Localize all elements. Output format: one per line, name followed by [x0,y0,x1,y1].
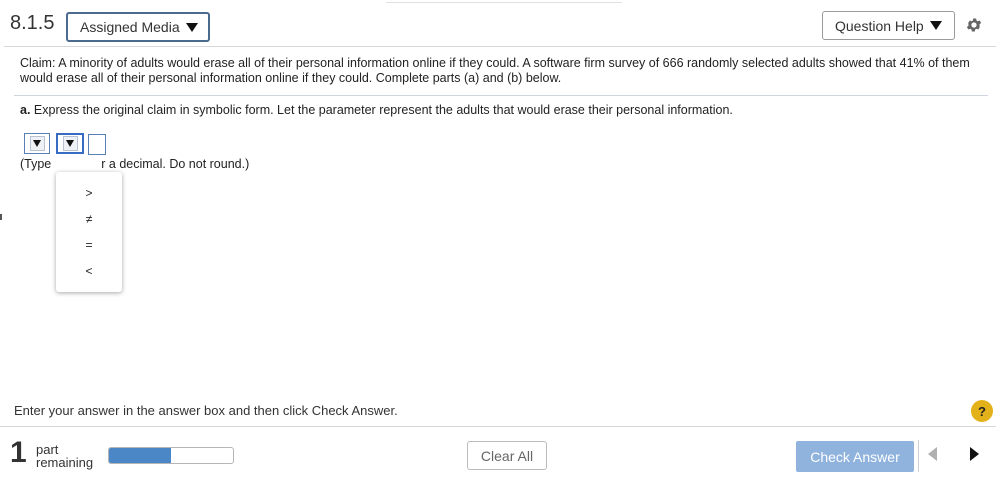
edge-marker [0,214,5,220]
part-a-text: Express the original claim in symbolic f… [33,103,733,117]
assigned-media-label: Assigned Media [80,19,180,35]
assigned-media-button[interactable]: Assigned Media [66,12,210,42]
hint-suffix: r a decimal. Do not round.) [101,157,250,171]
section-number: 8.1.5 [10,12,55,34]
parts-remaining-label: part remaining [36,443,93,469]
value-input[interactable] [88,134,106,155]
claim-divider [14,95,988,96]
check-answer-button[interactable]: Check Answer [796,441,914,472]
chevron-down-icon [33,140,41,147]
part-a-prompt: a. Express the original claim in symboli… [20,103,733,117]
claim-text: Claim: A minority of adults would erase … [20,56,970,85]
help-icon[interactable]: ? [971,400,993,422]
remaining-label: remaining [36,455,94,470]
relation-dropdown[interactable] [56,133,84,154]
previous-button[interactable] [922,441,952,470]
clear-all-button[interactable]: Clear All [467,441,547,470]
top-divider [386,0,622,3]
input-hint: (Type r a decimal. Do not round.) [20,157,249,171]
nav-divider [918,440,919,472]
parameter-dropdown[interactable] [24,133,50,154]
chevron-right-icon [970,447,979,461]
option-equal[interactable]: = [56,238,122,252]
chevron-down-icon [929,21,942,30]
footer-instruction: Enter your answer in the answer box and … [14,403,398,418]
relation-options-popup: > ≠ = < [56,172,122,292]
progress-bar [108,447,234,464]
chevron-down-icon [66,140,74,147]
question-help-label: Question Help [835,17,924,34]
dropdown-toggle [62,136,78,151]
gear-icon[interactable] [965,16,983,34]
hint-prefix: (Type [20,157,52,171]
option-greater-than[interactable]: > [56,186,122,200]
chevron-left-icon [928,447,937,461]
progress-fill [109,448,171,463]
footer-divider [0,426,996,427]
parts-count: 1 [10,436,27,469]
option-less-than[interactable]: < [56,264,122,278]
header-divider [4,46,996,47]
question-help-button[interactable]: Question Help [822,11,955,40]
chevron-down-icon [185,22,198,32]
option-not-equal[interactable]: ≠ [56,212,122,226]
dropdown-toggle [29,136,45,151]
part-a-label: a. [20,103,31,117]
